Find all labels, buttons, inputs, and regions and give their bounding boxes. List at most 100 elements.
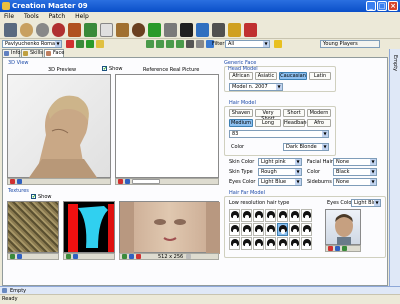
skin-type-select[interactable]: Rough ▼ <box>258 168 302 176</box>
ball-icon[interactable] <box>116 23 129 37</box>
reference-picture-frame[interactable] <box>115 74 219 178</box>
hair-type-option[interactable] <box>241 237 252 250</box>
filter-select[interactable]: All ▼ <box>225 40 270 48</box>
hair-type-option[interactable] <box>253 209 264 222</box>
add-icon[interactable] <box>76 40 84 48</box>
menu-patch[interactable]: Patch <box>45 12 69 21</box>
import-icon[interactable] <box>66 254 71 259</box>
hair-modern-button[interactable]: Modern <box>307 109 331 117</box>
team-d-icon[interactable] <box>176 40 184 48</box>
team-b-icon[interactable] <box>156 40 164 48</box>
team-select[interactable]: Young Players <box>320 40 380 48</box>
hair-long-button[interactable]: Long <box>255 119 281 127</box>
copy-icon[interactable] <box>86 40 94 48</box>
picture-path-field[interactable] <box>132 179 160 184</box>
head-model-select[interactable]: Model n. 2007 ▼ <box>229 83 283 91</box>
eyes-color-select[interactable]: Light Blue ▼ <box>258 178 302 186</box>
clear-picture-icon[interactable] <box>125 179 130 184</box>
minimize-button[interactable]: _ <box>366 1 376 11</box>
ethnicity-asiatic-button[interactable]: Asiatic <box>255 72 277 80</box>
side-panel[interactable]: Empty <box>389 49 400 286</box>
hair-type-option[interactable] <box>289 237 300 250</box>
trophy-icon[interactable] <box>228 23 241 37</box>
league-icon[interactable] <box>196 23 209 37</box>
hair-type-option[interactable] <box>301 209 312 222</box>
hair-medium-button[interactable]: Medium <box>229 119 253 127</box>
hair-very-short-button[interactable]: Very Short <box>255 109 281 122</box>
close-button[interactable]: × <box>388 1 398 11</box>
list-icon[interactable] <box>196 40 204 48</box>
hair-type-option[interactable] <box>301 223 312 236</box>
shirt-icon[interactable] <box>84 23 97 37</box>
ethnicity-african-button[interactable]: African <box>229 72 253 80</box>
hair-type-option[interactable] <box>241 223 252 236</box>
face-icon[interactable] <box>36 23 49 37</box>
show-textures-checkbox[interactable]: ✔ <box>31 194 36 200</box>
bottom-panel[interactable]: Empty <box>0 286 400 294</box>
load-picture-icon[interactable] <box>118 179 123 184</box>
delete-icon[interactable] <box>66 40 74 48</box>
export-icon[interactable] <box>17 254 22 259</box>
settings-icon[interactable] <box>212 23 225 37</box>
tools-icon[interactable] <box>4 23 17 37</box>
facial-hair-color-select[interactable]: Black ▼ <box>333 168 377 176</box>
sideburns-select[interactable]: None ▼ <box>333 178 377 186</box>
far-zoom-icon[interactable] <box>335 246 340 251</box>
hair-type-option[interactable] <box>301 237 312 250</box>
import-icon[interactable] <box>122 254 127 259</box>
remove-icon[interactable] <box>136 254 141 259</box>
show-3d-checkbox[interactable]: ✔ <box>102 66 107 72</box>
grid-icon[interactable] <box>186 40 194 48</box>
face-texture-thumb[interactable] <box>119 201 220 254</box>
maximize-button[interactable]: □ <box>377 1 387 11</box>
hair-type-option[interactable] <box>289 223 300 236</box>
zoom-icon[interactable] <box>17 179 22 184</box>
hair-alpha-texture-thumb[interactable] <box>63 201 115 253</box>
import-icon[interactable] <box>10 254 15 259</box>
hair-type-option-selected[interactable] <box>277 223 288 236</box>
hair-type-option[interactable] <box>277 209 288 222</box>
hair-type-option[interactable] <box>253 223 264 236</box>
hair-color-select[interactable]: Dark Blonde ▼ <box>283 143 329 151</box>
hair-type-option[interactable] <box>229 223 240 236</box>
player-select[interactable]: Pavlyuchenko Roman ▼ <box>2 40 62 48</box>
export-icon[interactable] <box>129 254 134 259</box>
menu-file[interactable]: File <box>0 12 18 21</box>
hair-afro-button[interactable]: Afro <box>307 119 331 127</box>
hair-type-option[interactable] <box>241 209 252 222</box>
flag-icon[interactable] <box>68 23 81 37</box>
far-reset-icon[interactable] <box>342 246 347 251</box>
menu-help[interactable]: Help <box>71 12 93 21</box>
player-icon[interactable] <box>20 23 33 37</box>
ethnicity-latin-button[interactable]: Latin <box>309 72 331 80</box>
team-c-icon[interactable] <box>166 40 174 48</box>
expand-icon[interactable] <box>2 288 7 293</box>
far-eyes-color-select[interactable]: Light Blue ▼ <box>351 199 381 207</box>
manager-icon[interactable] <box>132 23 145 37</box>
size-chevron-icon[interactable] <box>186 254 191 259</box>
preview-viewport[interactable] <box>7 74 111 179</box>
team-a-icon[interactable] <box>146 40 154 48</box>
hair-texture-thumb[interactable] <box>7 201 59 253</box>
hair-type-option[interactable] <box>265 223 276 236</box>
hair-shaven-button[interactable]: Shaven <box>229 109 253 117</box>
team-icon[interactable] <box>52 23 65 37</box>
hair-type-option[interactable] <box>229 237 240 250</box>
tab-skills[interactable]: Skills <box>21 49 43 57</box>
paste-icon[interactable] <box>96 40 104 48</box>
shoe-icon[interactable] <box>180 23 193 37</box>
far-rotate-icon[interactable] <box>328 246 333 251</box>
skin-color-select[interactable]: Light pink ▼ <box>258 158 302 166</box>
hair-type-option[interactable] <box>253 237 264 250</box>
star-icon[interactable] <box>274 40 282 48</box>
stadium-icon[interactable] <box>164 23 177 37</box>
hair-type-option[interactable] <box>265 237 276 250</box>
hair-headband-button[interactable]: Headband <box>283 119 310 127</box>
export-icon[interactable] <box>73 254 78 259</box>
hair-short-button[interactable]: Short <box>283 109 305 117</box>
ethnicity-caucasian-button[interactable]: Caucasian <box>279 72 307 80</box>
hair-model-select[interactable]: 83 ▼ <box>229 130 329 138</box>
facial-hair-select[interactable]: None ▼ <box>333 158 377 166</box>
referee-icon[interactable] <box>148 23 161 37</box>
hair-type-option[interactable] <box>229 209 240 222</box>
